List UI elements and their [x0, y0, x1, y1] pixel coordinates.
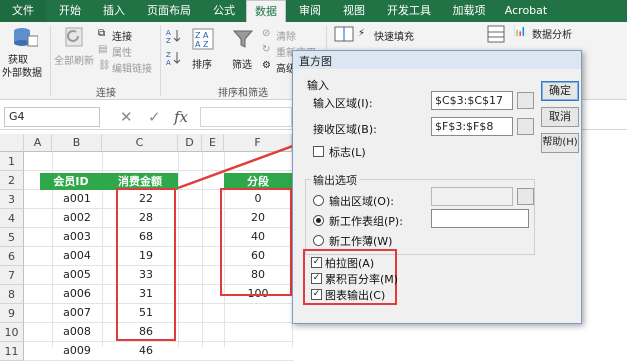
new-workbook-label: 新工作薄(W): [329, 235, 393, 248]
chart-output-checkbox[interactable]: ✓: [311, 289, 322, 300]
new-sheet-radio[interactable]: [313, 215, 324, 226]
dialog-title: 直方图: [293, 51, 581, 69]
chart-output-label: 图表输出(C): [325, 289, 386, 302]
input-range-field[interactable]: $C$3:$C$17: [431, 91, 513, 110]
pareto-label: 柏拉图(A): [325, 257, 375, 270]
ok-button[interactable]: 确定: [541, 81, 579, 101]
input-range-label: 输入区域(I):: [313, 97, 373, 110]
cumulative-percentage-checkbox[interactable]: ✓: [311, 273, 322, 284]
help-button[interactable]: 帮助(H): [541, 133, 579, 153]
bin-range-label: 接收区域(B):: [313, 123, 377, 136]
cancel-button[interactable]: 取消: [541, 107, 579, 127]
new-workbook-radio[interactable]: [313, 235, 324, 246]
new-sheet-name-field[interactable]: [431, 209, 529, 228]
cumulative-percentage-label: 累积百分率(M): [325, 273, 399, 286]
output-range-radio[interactable]: [313, 195, 324, 206]
output-range-label: 输出区域(O):: [329, 195, 394, 208]
histogram-dialog: 直方图 输入 输入区域(I): $C$3:$C$17 接收区域(B): $F$3…: [292, 50, 582, 324]
input-range-picker-icon[interactable]: [517, 92, 534, 109]
bin-range-picker-icon[interactable]: [517, 118, 534, 135]
new-sheet-label: 新工作表组(P):: [329, 215, 403, 228]
labels-checkbox[interactable]: [313, 146, 324, 157]
output-range-picker-icon[interactable]: [517, 188, 534, 205]
bin-range-field[interactable]: $F$3:$F$8: [431, 117, 513, 136]
input-section-label: 输入: [307, 79, 329, 92]
output-range-field[interactable]: [431, 187, 513, 206]
pareto-checkbox[interactable]: ✓: [311, 257, 322, 268]
output-section-label: 输出选项: [311, 172, 359, 188]
labels-label: 标志(L): [329, 146, 366, 159]
